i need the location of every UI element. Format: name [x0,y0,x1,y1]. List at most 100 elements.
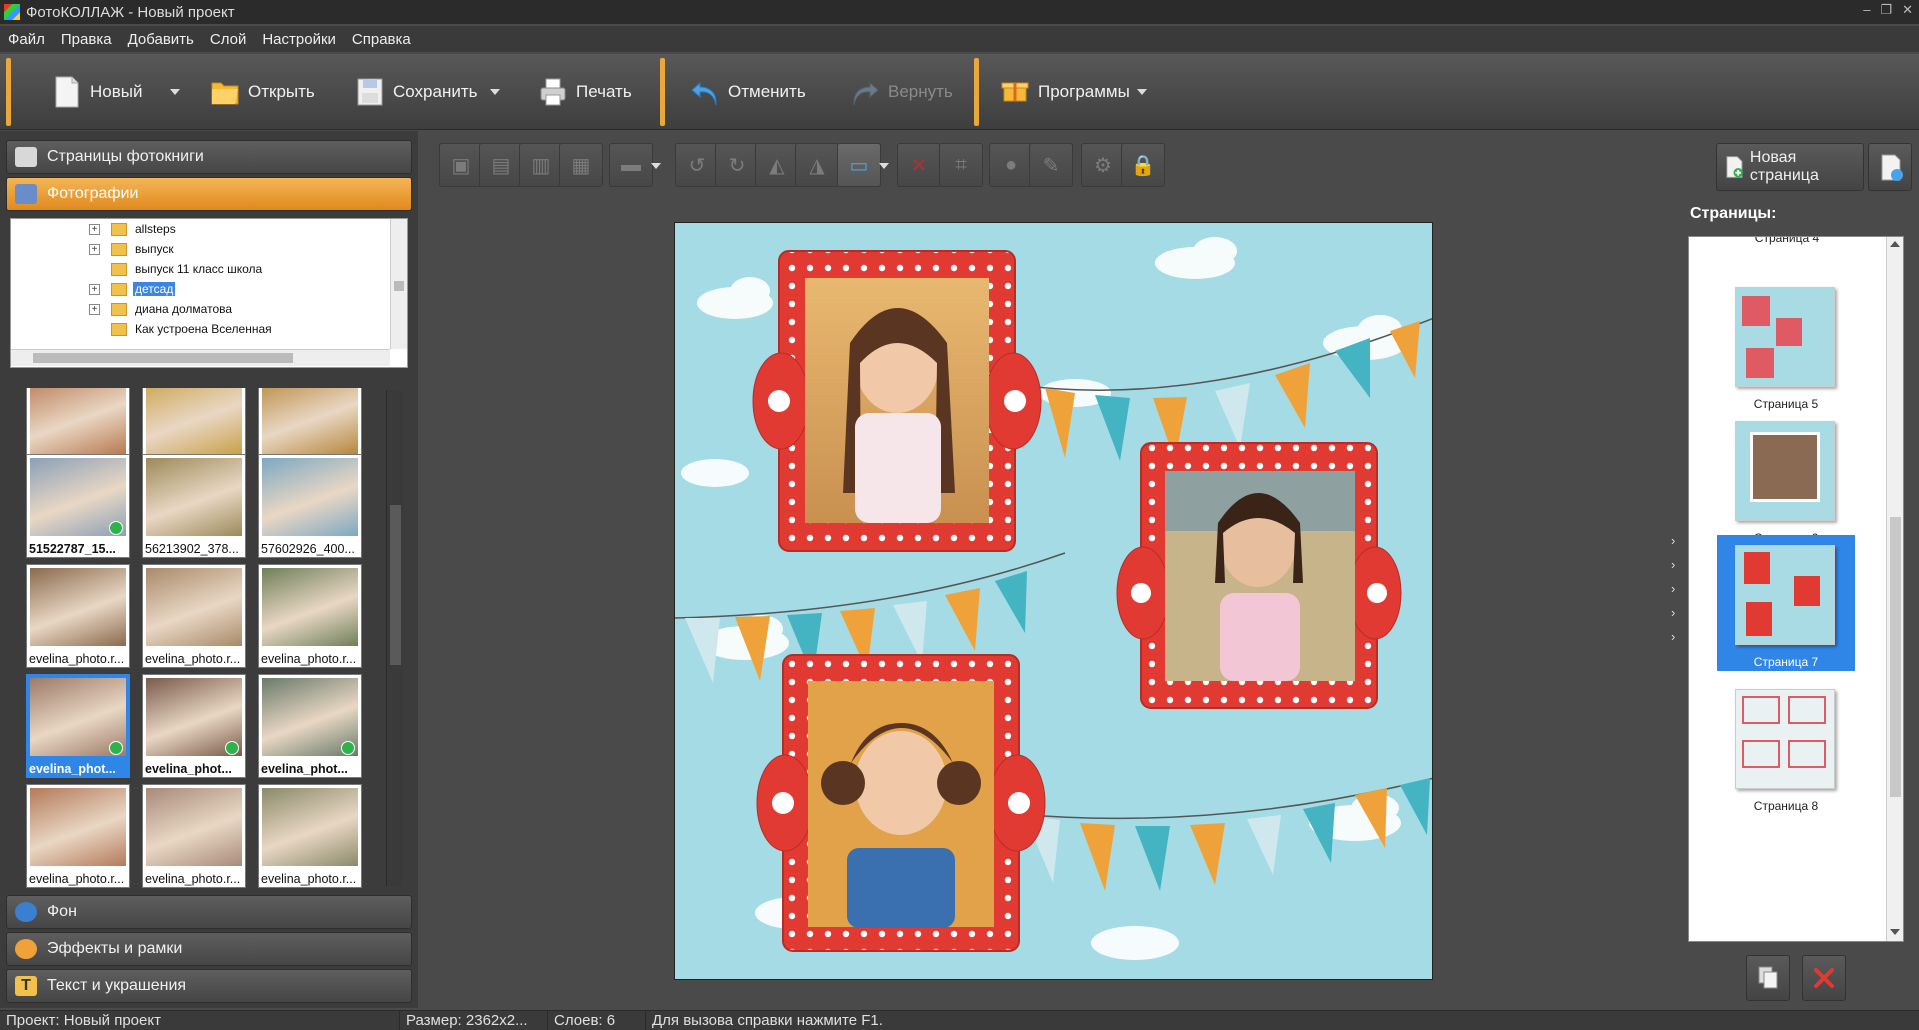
minimize-icon[interactable]: – [1863,2,1870,18]
tree-item-label: allsteps [135,222,176,236]
photo-caption: evelina_photo.r... [261,652,357,666]
rotate-left-icon: ↺ [688,154,706,177]
tree-horizontal-scrollbar[interactable] [11,349,390,366]
expand-icon[interactable]: + [89,283,100,295]
photo-thumbnail[interactable]: evelina_phot... [26,674,130,778]
rotate-left-button[interactable]: ↺ [675,143,719,187]
section-text[interactable]: T Текст и украшения [6,969,412,1003]
lock-icon: 🔒 [1130,154,1156,177]
page-item-8[interactable]: Страница 8 [1717,679,1855,815]
expand-icon[interactable]: + [89,243,100,255]
used-check-icon [109,741,123,755]
collapse-arrow-icon[interactable]: › [1671,533,1675,548]
duplicate-page-button[interactable] [1746,955,1790,1001]
page-item-6[interactable]: Страница 6 [1717,411,1855,547]
photo-thumbnail[interactable]: evelina_phot... [142,674,246,778]
flip-horizontal-button[interactable]: ◭ [755,143,799,187]
layout-button[interactable]: ▭ [837,143,881,187]
color-fill-button[interactable]: ● [989,143,1033,187]
section-background[interactable]: Фон [6,895,412,929]
align-dropdown-arrow[interactable] [651,163,661,169]
page-settings-button[interactable] [1868,143,1912,191]
photo-thumbnail[interactable]: evelina_photo.r... [258,564,362,668]
redo-button[interactable]: Вернуть [850,64,953,120]
crop-button[interactable]: ⌗ [939,143,983,187]
pages-list[interactable]: Страница 4 Страница 5 Страница 6 Страниц… [1688,236,1904,942]
photo-thumbnail[interactable]: evelina_photo.r... [26,564,130,668]
bring-to-front-icon: ▣ [451,154,471,177]
delete-button[interactable]: ✕ [897,143,941,187]
menu-bar: Файл Правка Добавить Слой Настройки Спра… [0,26,1919,52]
scrollbar-thumb[interactable] [390,505,401,665]
print-label: Печать [576,82,632,101]
photo-thumbnail[interactable]: 56213902_378... [142,454,246,558]
send-backward-button[interactable]: ▥ [519,143,563,187]
folder-icon [111,282,127,296]
collapse-arrow-icon[interactable]: › [1671,557,1675,572]
tree-item-label: выпуск 11 класс школа [135,262,263,276]
settings-button[interactable]: ⚙ [1081,143,1125,187]
tree-item-label: диана долматова [135,302,233,316]
thumbnails-scrollbar[interactable] [386,390,403,886]
save-dropdown-arrow[interactable] [490,89,500,95]
flip-vertical-button[interactable]: ◮ [795,143,839,187]
menu-help[interactable]: Справка [352,31,411,48]
restore-icon[interactable]: ❐ [1880,2,1892,18]
page-item-7[interactable]: Страница 7 [1717,535,1855,671]
photo-thumbnail[interactable]: evelina_photo.r... [26,784,130,888]
photo-thumbnail[interactable]: 51522787_15... [26,454,130,558]
section-effects[interactable]: Эффекты и рамки [6,932,412,966]
scrollbar-thumb[interactable] [394,281,404,291]
programs-dropdown-arrow[interactable] [1137,89,1147,95]
folder-icon [111,242,127,256]
delete-page-button[interactable] [1802,955,1846,1001]
scroll-up-icon[interactable] [1890,241,1900,247]
tree-item-label: Как устроена Вселенная [135,322,272,336]
tree-vertical-scrollbar[interactable] [390,219,407,349]
save-button[interactable]: Сохранить [355,64,477,120]
scrollbar-thumb[interactable] [33,353,293,363]
undo-button[interactable]: Отменить [690,64,806,120]
photo-caption: evelina_phot... [145,762,232,776]
scrollbar-thumb[interactable] [1890,517,1901,797]
section-photos[interactable]: Фотографии [6,177,412,211]
rotate-right-button[interactable]: ↻ [715,143,759,187]
menu-settings[interactable]: Настройки [262,31,336,48]
collapse-arrow-icon[interactable]: › [1671,629,1675,644]
open-button[interactable]: Открыть [210,64,315,120]
align-button[interactable]: ▬ [609,143,653,187]
menu-add[interactable]: Добавить [128,31,194,48]
menu-layer[interactable]: Слой [210,31,246,48]
collapse-arrow-icon[interactable]: › [1671,605,1675,620]
print-button[interactable]: Печать [538,64,632,120]
expand-icon[interactable]: + [89,303,100,315]
lock-button[interactable]: 🔒 [1121,143,1165,187]
pages-scrollbar[interactable] [1886,237,1903,941]
section-book-pages[interactable]: Страницы фотокниги [6,140,412,174]
scroll-down-icon[interactable] [1890,929,1900,935]
photo-image [146,788,242,866]
photo-thumbnail[interactable]: evelina_photo.r... [142,564,246,668]
collage-canvas[interactable] [674,222,1433,980]
photo-thumbnail[interactable]: evelina_phot... [258,674,362,778]
bring-forward-button[interactable]: ▤ [479,143,523,187]
expand-icon[interactable]: + [89,223,100,235]
page-item-5[interactable]: Страница 5 [1717,277,1855,413]
send-to-back-button[interactable]: ▦ [559,143,603,187]
new-button[interactable]: Новый [52,64,142,120]
collapse-arrow-icon[interactable]: › [1671,581,1675,596]
photo-thumbnail[interactable]: 57602926_400... [258,454,362,558]
photo-thumbnail[interactable]: evelina_photo.r... [142,784,246,888]
menu-edit[interactable]: Правка [61,31,112,48]
programs-button[interactable]: Программы [1000,64,1130,120]
new-dropdown-arrow[interactable] [170,89,180,95]
close-icon[interactable]: ✕ [1902,2,1913,18]
bring-to-front-button[interactable]: ▣ [439,143,483,187]
photos-icon [15,184,37,204]
menu-file[interactable]: Файл [8,31,45,48]
folder-tree[interactable]: + allsteps + выпуск выпуск 11 класс школ… [10,218,408,368]
brush-button[interactable]: ✎ [1029,143,1073,187]
new-page-button[interactable]: Новая страница [1716,143,1864,191]
photo-thumbnail[interactable]: evelina_photo.r... [258,784,362,888]
layout-dropdown-arrow[interactable] [879,163,889,169]
